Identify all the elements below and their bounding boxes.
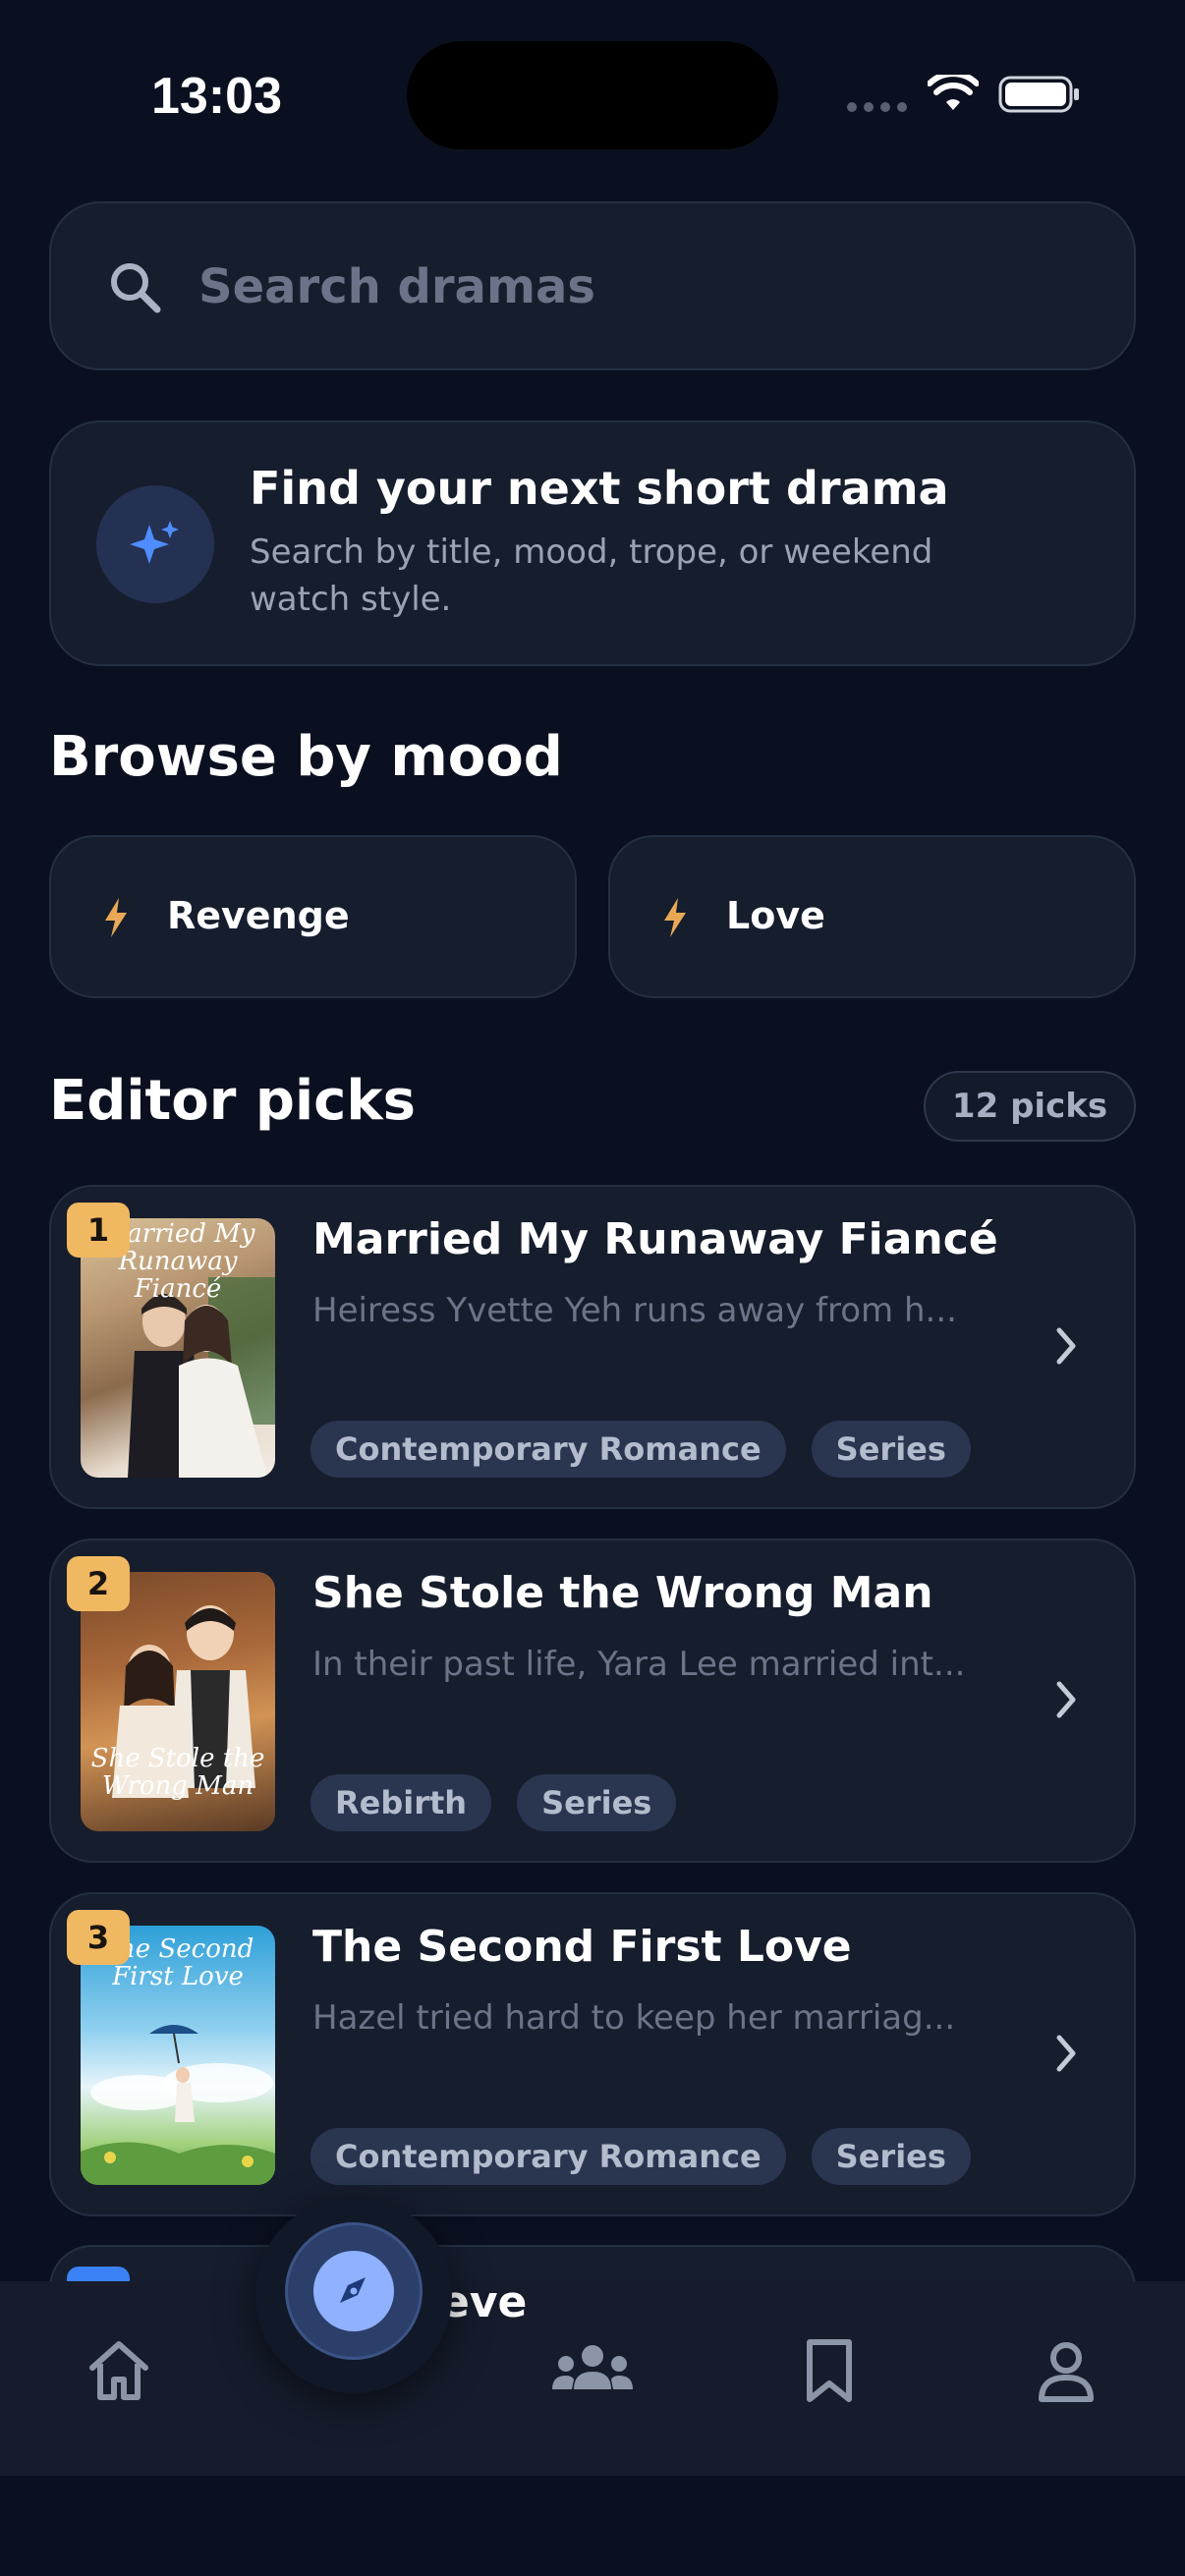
drama-card-3[interactable]: The Second First Love 3 The Second First…: [49, 1892, 1136, 2216]
picks-count-badge: 12 picks: [924, 1071, 1136, 1142]
drama-title-partial: eve: [440, 2277, 528, 2327]
drama-card-2[interactable]: She Stole the Wrong Man 2 She Stole the …: [49, 1539, 1136, 1863]
tag-list: Rebirth Series: [310, 1774, 677, 1831]
status-time: 13:03: [151, 68, 282, 125]
community-icon[interactable]: [550, 2338, 635, 2403]
mood-chip-revenge[interactable]: Revenge: [49, 835, 577, 998]
chevron-right-icon: [1056, 1681, 1076, 1718]
bottom-tab-bar: [0, 2281, 1185, 2476]
genre-tag: Rebirth: [310, 1774, 492, 1831]
bookmark-icon[interactable]: [802, 2338, 857, 2403]
format-tag: Series: [811, 2128, 971, 2185]
chevron-right-icon: [1056, 1327, 1076, 1365]
mood-chip-love[interactable]: Love: [608, 835, 1136, 998]
format-tag: Series: [517, 1774, 677, 1831]
bolt-icon: [664, 898, 686, 937]
drama-description: Hazel tried hard to keep her marriag...: [312, 1998, 956, 2038]
home-indicator-area: [0, 2476, 1185, 2576]
wifi-icon: [928, 75, 979, 110]
drama-description: Heiress Yvette Yeh runs away from h...: [312, 1291, 957, 1330]
mood-label: Love: [726, 894, 825, 937]
tag-list: Contemporary Romance Series: [310, 1421, 971, 1478]
search-bar[interactable]: [49, 201, 1136, 370]
dynamic-island: [407, 41, 778, 149]
rank-badge: 1: [67, 1203, 130, 1258]
poster-title-text: She Stole the Wrong Man: [90, 1744, 265, 1801]
mood-section-title: Browse by mood: [49, 725, 563, 789]
drama-card-1[interactable]: Married My Runaway Fiancé 1 Married My R…: [49, 1185, 1136, 1509]
battery-icon: [998, 76, 1079, 113]
status-bar: 13:03: [0, 0, 1185, 187]
hero-icon-badge: [96, 485, 214, 603]
tag-list: Contemporary Romance Series: [310, 2128, 971, 2185]
search-icon: [111, 263, 161, 313]
sparkles-icon: [130, 521, 179, 564]
drama-title: The Second First Love: [312, 1922, 852, 1972]
hero-title: Find your next short drama: [250, 462, 949, 515]
profile-icon[interactable]: [1034, 2338, 1099, 2403]
rank-badge: 3: [67, 1910, 130, 1965]
drama-title: Married My Runaway Fiancé: [312, 1214, 998, 1264]
compass-icon: [340, 2277, 366, 2303]
picks-section-title: Editor picks: [49, 1069, 416, 1133]
genre-tag: Contemporary Romance: [310, 2128, 786, 2185]
search-input[interactable]: [198, 243, 1083, 331]
drama-title: She Stole the Wrong Man: [312, 1568, 933, 1618]
discover-hero-card: Find your next short drama Search by tit…: [49, 420, 1136, 666]
home-icon[interactable]: [85, 2338, 153, 2403]
chevron-right-icon: [1056, 2035, 1076, 2072]
format-tag: Series: [811, 1421, 971, 1478]
drama-description: In their past life, Yara Lee married int…: [312, 1645, 966, 1684]
hero-subtitle: Search by title, mood, trope, or weekend…: [250, 532, 933, 619]
compass-circle: [313, 2251, 394, 2331]
discover-button[interactable]: [285, 2222, 423, 2360]
rank-badge: 2: [67, 1556, 130, 1611]
mood-label: Revenge: [167, 894, 350, 937]
bolt-icon: [105, 898, 127, 937]
cellular-signal-icon: [847, 102, 907, 112]
genre-tag: Contemporary Romance: [310, 1421, 786, 1478]
